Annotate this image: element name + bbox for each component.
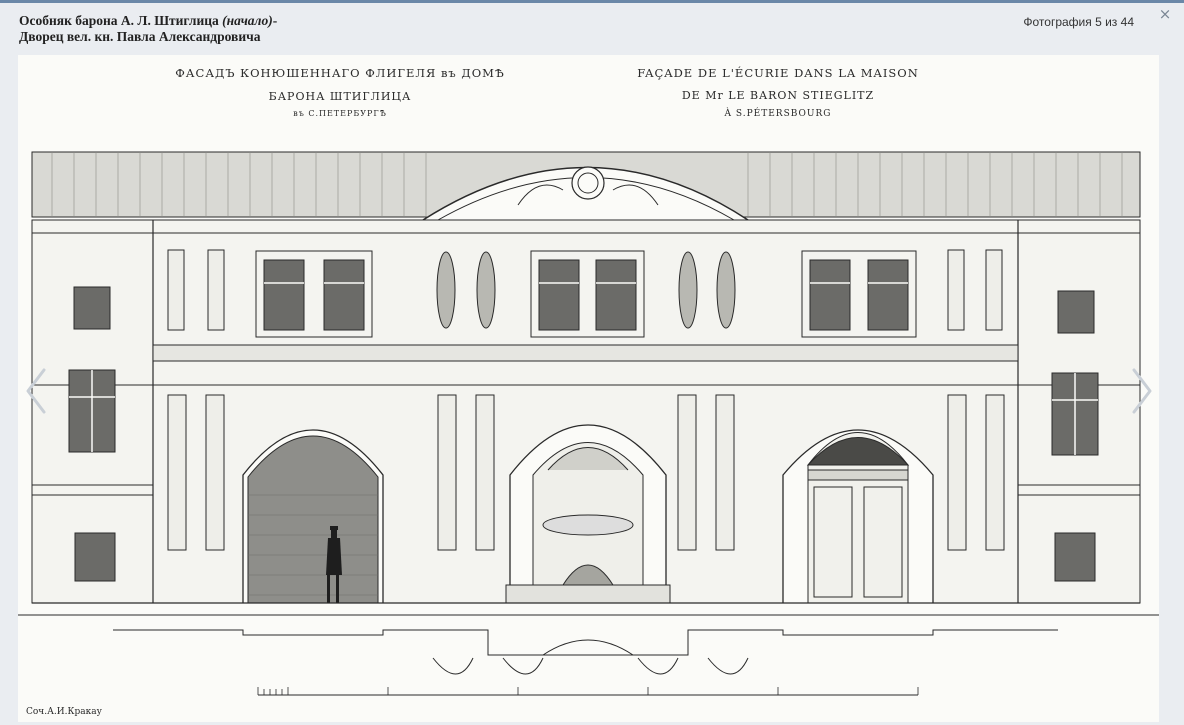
title-dash: - [272, 13, 278, 28]
viewer-header: Особняк барона А. Л. Штиглица (начало)- … [0, 3, 1184, 53]
title-italic: (начало) [222, 13, 273, 28]
russian-caption-1: ФАСАДЪ КОНЮШЕННАГО ФЛИГЕЛЯ въ ДОМѢ [175, 66, 504, 80]
photo-title: Особняк барона А. Л. Штиглица (начало)- … [19, 13, 819, 45]
title-line-2: Дворец вел. кн. Павла Александровича [19, 29, 261, 44]
next-photo-button[interactable] [1126, 366, 1156, 416]
chevron-right-icon [1132, 368, 1152, 414]
photo-counter: Фотография 5 из 44 [1023, 15, 1134, 29]
chevron-left-icon [26, 368, 46, 414]
russian-caption-2: БАРОНА ШТИГЛИЦА [269, 90, 412, 103]
close-button[interactable]: × [1157, 6, 1173, 22]
russian-caption-3: въ С.ПЕТЕРБУРГѢ [293, 109, 387, 118]
title-line-1: Особняк барона А. Л. Штиглица [19, 13, 223, 28]
photo-image: ФАСАДЪ КОНЮШЕННАГО ФЛИГЕЛЯ въ ДОМѢ БАРОН… [18, 55, 1159, 722]
previous-photo-button[interactable] [22, 366, 52, 416]
french-caption-2: DE Mr LE BARON STIEGLITZ [682, 89, 874, 102]
engraver-signature: Соч.А.И.Кракау [26, 707, 103, 717]
french-caption-1: FAÇADE DE L'ÉCURIE DANS LA MAISON [637, 66, 919, 80]
french-caption-3: À S.PÉTERSBOURG [724, 107, 832, 119]
close-icon: × [1158, 5, 1172, 23]
